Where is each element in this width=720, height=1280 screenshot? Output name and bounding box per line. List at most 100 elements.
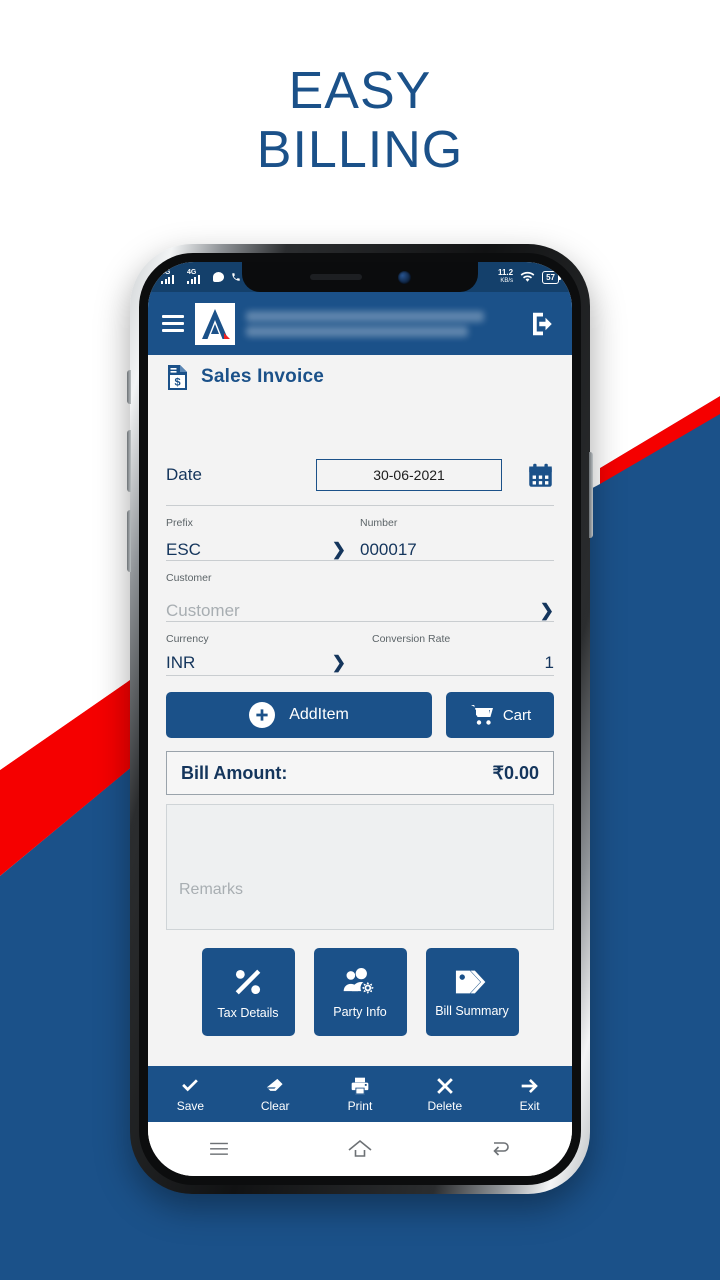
customer-chevron-right-icon[interactable]: ❯ bbox=[540, 601, 554, 621]
bill-summary-label: Bill Summary bbox=[435, 1003, 509, 1018]
wifi-icon bbox=[520, 271, 535, 282]
quick-action-tiles: Tax Details Party Info Bill Summary bbox=[166, 948, 554, 1036]
currency-group: Currency Conversion Rate INR ❯ 1 bbox=[166, 633, 554, 676]
signal-icon-sim1: 4G bbox=[161, 269, 180, 284]
phone-volume-down-button[interactable] bbox=[127, 510, 131, 572]
battery-indicator: 57 bbox=[542, 270, 561, 284]
customer-label: Customer bbox=[166, 572, 212, 584]
bottom-action-bar: Save Clear Print Delete Exit bbox=[148, 1066, 572, 1122]
android-nav-bar bbox=[148, 1122, 572, 1176]
currency-label: Currency bbox=[166, 633, 209, 645]
back-button[interactable] bbox=[431, 1140, 572, 1158]
date-label: Date bbox=[166, 465, 202, 484]
svg-text:$: $ bbox=[174, 376, 180, 388]
phone-volume-up-button[interactable] bbox=[127, 430, 131, 492]
date-input[interactable]: 30-06-2021 bbox=[316, 459, 502, 491]
cart-label: Cart bbox=[502, 706, 532, 724]
phone-screen: 4G 4G 11.2 KB/s 57 $ Sales Invoice Date … bbox=[148, 262, 572, 1176]
add-item-button[interactable]: AddItem bbox=[166, 692, 432, 738]
recents-icon bbox=[209, 1142, 228, 1155]
print-button[interactable]: Print bbox=[318, 1076, 403, 1113]
prefix-chevron-right-icon[interactable]: ❯ bbox=[332, 540, 346, 560]
party-info-tile[interactable]: Party Info bbox=[313, 948, 407, 1036]
people-gear-icon bbox=[343, 967, 376, 995]
calendar-icon[interactable] bbox=[520, 462, 554, 489]
phone-bezel: 4G 4G 11.2 KB/s 57 $ Sales Invoice Date … bbox=[139, 253, 581, 1185]
financial-year-blurred bbox=[246, 325, 469, 337]
bill-amount-value: ₹0.00 bbox=[492, 762, 540, 783]
bill-summary-tile[interactable]: Bill Summary bbox=[425, 948, 519, 1036]
data-rate-value: 11.2 bbox=[497, 268, 514, 277]
message-icon bbox=[213, 272, 224, 282]
prefix-value[interactable]: ESC bbox=[166, 540, 201, 560]
clear-button[interactable]: Clear bbox=[233, 1076, 318, 1113]
tax-details-label: Tax Details bbox=[217, 1005, 279, 1020]
page-header: $ Sales Invoice bbox=[148, 355, 572, 399]
currency-value[interactable]: INR bbox=[166, 653, 195, 673]
home-button[interactable] bbox=[289, 1139, 430, 1159]
app-bar bbox=[148, 292, 572, 355]
invoice-form: Date 30-06-2021 Prefix Number ESC ❯ 0000… bbox=[148, 399, 572, 1066]
conversion-rate-label: Conversion Rate bbox=[372, 633, 451, 645]
front-camera bbox=[397, 270, 411, 284]
app-bar-company-text bbox=[246, 307, 517, 341]
remarks-placeholder: Remarks bbox=[179, 881, 244, 898]
signal-icon-sim2: 4G bbox=[187, 269, 206, 284]
exit-label: Exit bbox=[519, 1098, 540, 1113]
check-icon bbox=[182, 1078, 199, 1091]
back-icon bbox=[493, 1142, 510, 1156]
clear-label: Clear bbox=[260, 1098, 290, 1113]
cart-button[interactable]: Cart bbox=[446, 692, 554, 738]
eraser-icon bbox=[267, 1078, 283, 1091]
invoice-document-icon: $ bbox=[168, 364, 187, 390]
save-button[interactable]: Save bbox=[148, 1076, 233, 1113]
customer-group: Customer Customer ❯ bbox=[166, 572, 554, 622]
recents-button[interactable] bbox=[148, 1141, 289, 1157]
headline-line-1: EASY bbox=[288, 62, 432, 120]
company-name-blurred bbox=[246, 310, 485, 322]
customer-input[interactable]: Customer bbox=[166, 601, 240, 621]
number-label: Number bbox=[360, 517, 398, 529]
conversion-rate-value[interactable]: 1 bbox=[545, 653, 554, 673]
plus-circle-icon bbox=[249, 702, 276, 728]
printer-icon bbox=[351, 1077, 369, 1094]
currency-chevron-right-icon[interactable]: ❯ bbox=[332, 653, 346, 673]
number-label-wrap: Number bbox=[360, 517, 554, 530]
bill-amount-label: Bill Amount: bbox=[181, 762, 288, 783]
headline-line-2: BILLING bbox=[256, 121, 464, 179]
number-value[interactable]: 000017 bbox=[360, 540, 417, 559]
print-label: Print bbox=[347, 1098, 373, 1113]
delete-button[interactable]: Delete bbox=[402, 1076, 487, 1113]
data-rate-indicator: 11.2 KB/s bbox=[498, 269, 513, 285]
home-icon bbox=[348, 1139, 372, 1157]
page-title: EASY BILLING bbox=[0, 62, 720, 180]
percent-icon bbox=[235, 969, 261, 994]
shopping-cart-icon bbox=[470, 705, 493, 725]
data-rate-unit: KB/s bbox=[500, 278, 514, 284]
phone-power-button[interactable] bbox=[589, 452, 593, 538]
exit-button[interactable]: Exit bbox=[487, 1076, 572, 1113]
arrow-right-icon bbox=[521, 1078, 538, 1093]
party-info-label: Party Info bbox=[333, 1004, 387, 1019]
app-logo-icon bbox=[195, 302, 235, 345]
page-title-text: Sales Invoice bbox=[201, 366, 325, 387]
prefix-label: Prefix bbox=[166, 517, 193, 529]
earpiece-speaker bbox=[309, 274, 362, 280]
prefix-number-group: Prefix Number ESC ❯ 000017 bbox=[166, 517, 554, 561]
tax-details-tile[interactable]: Tax Details bbox=[201, 948, 295, 1036]
phone-mockup: 4G 4G 11.2 KB/s 57 $ Sales Invoice Date … bbox=[127, 244, 593, 1194]
bill-amount-row: Bill Amount: ₹0.00 bbox=[166, 751, 554, 795]
save-label: Save bbox=[176, 1098, 205, 1113]
date-row: Date 30-06-2021 bbox=[166, 459, 554, 491]
phone-notch bbox=[242, 262, 478, 292]
add-item-label: AddItem bbox=[289, 706, 349, 723]
remarks-input[interactable]: Remarks bbox=[166, 804, 554, 930]
hamburger-icon[interactable] bbox=[162, 315, 184, 332]
close-x-icon bbox=[436, 1077, 453, 1094]
phone-silent-switch[interactable] bbox=[127, 370, 131, 404]
logout-icon[interactable] bbox=[528, 309, 558, 339]
delete-label: Delete bbox=[427, 1098, 463, 1113]
prefix-label-wrap: Prefix bbox=[166, 517, 360, 530]
tags-icon bbox=[455, 970, 486, 993]
phone-call-icon bbox=[232, 273, 240, 281]
